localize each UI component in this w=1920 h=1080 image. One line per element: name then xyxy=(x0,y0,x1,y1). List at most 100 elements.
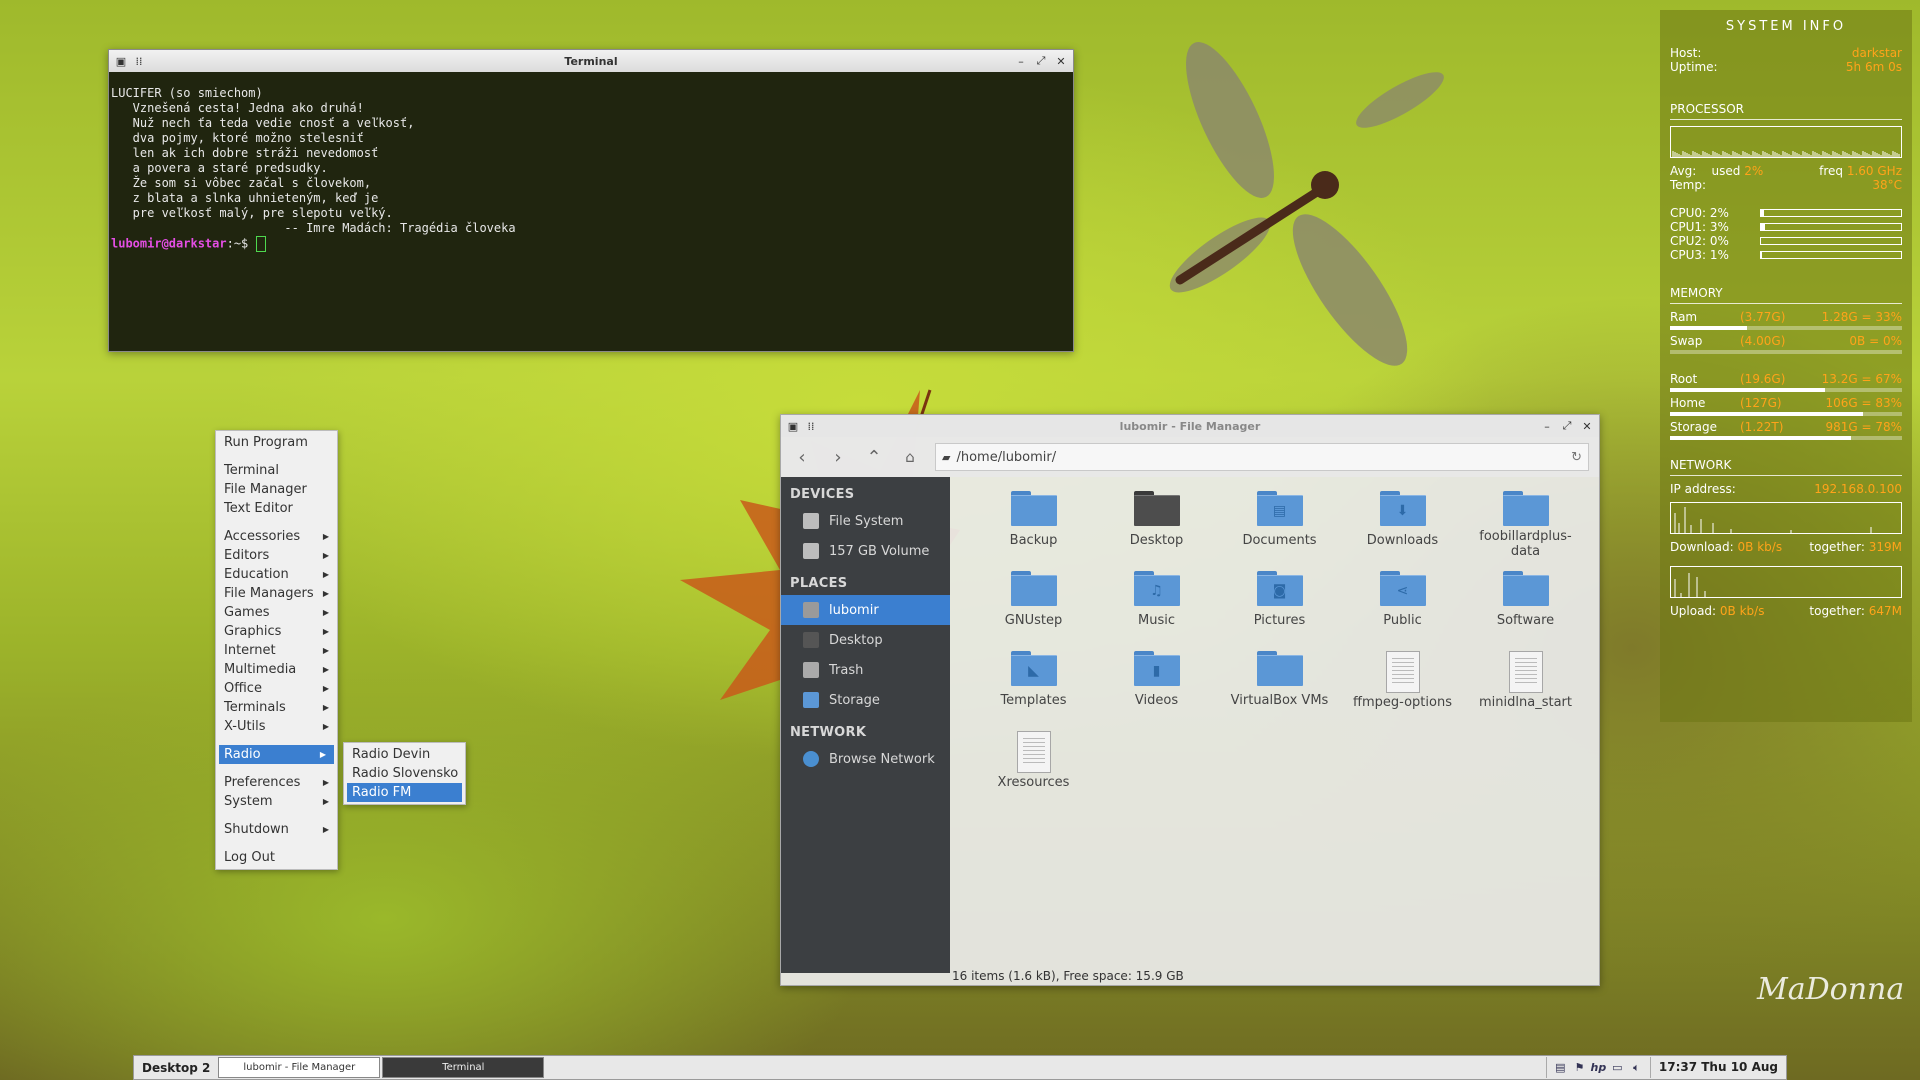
hp-icon[interactable]: hp xyxy=(1591,1061,1607,1074)
menu-item-accessories[interactable]: Accessories ▶ xyxy=(216,527,337,546)
file-manager-app-icon[interactable]: ▣ xyxy=(787,420,799,433)
sidebar-item-lubomir[interactable]: lubomir xyxy=(781,595,950,625)
menu-item-editors[interactable]: Editors ▶ xyxy=(216,546,337,565)
prompt-path: :~$ xyxy=(226,236,256,251)
sidebar-item-desktop[interactable]: Desktop xyxy=(781,625,950,655)
submenu-item-radio-slovensko[interactable]: Radio Slovensko xyxy=(344,764,465,783)
folder-item[interactable]: ⋖ Public xyxy=(1341,571,1464,639)
menu-item-label: Radio Slovensko xyxy=(352,766,459,781)
terminal-line: z blata a slnka uhnieteným, keď je xyxy=(111,191,379,205)
memory-spacer xyxy=(1660,358,1912,372)
menu-item-radio[interactable]: Radio ▶ xyxy=(219,745,334,764)
clipboard-icon[interactable]: ▤ xyxy=(1553,1061,1568,1074)
flag-icon[interactable]: ⚑ xyxy=(1572,1061,1587,1074)
menu-item-run-program[interactable]: Run Program xyxy=(216,433,337,452)
file-manager-titlebar[interactable]: ▣ ⁞⁞ lubomir - File Manager – ⤢ ✕ xyxy=(781,415,1599,437)
menu-item-label: Games xyxy=(224,605,270,620)
home-button[interactable]: ⌂ xyxy=(899,446,921,468)
sidebar-item-file-system[interactable]: File System xyxy=(781,506,950,536)
location-bar[interactable]: ▰ /home/lubomir/ ↻ xyxy=(935,443,1589,471)
menu-item-preferences[interactable]: Preferences ▶ xyxy=(216,773,337,792)
file-item[interactable]: ffmpeg-options xyxy=(1341,651,1464,719)
folder-item[interactable]: ◣ Templates xyxy=(972,651,1095,719)
maximize-icon[interactable]: ⤢ xyxy=(1561,419,1573,432)
menu-item-label: Text Editor xyxy=(224,501,293,516)
monitor-icon[interactable]: ▭ xyxy=(1610,1061,1625,1074)
submenu-item-radio-fm[interactable]: Radio FM xyxy=(347,783,462,802)
folder-item[interactable]: ▤ Documents xyxy=(1218,491,1341,559)
terminal-line: pre veľkosť malý, pre slepotu veľký. xyxy=(111,206,393,220)
memory-label: Root xyxy=(1670,372,1698,386)
file-item[interactable]: Xresources xyxy=(972,731,1095,799)
back-button[interactable]: ‹ xyxy=(791,446,813,468)
minimize-icon[interactable]: – xyxy=(1541,420,1553,433)
folder-item[interactable]: Software xyxy=(1464,571,1587,639)
folder-icon xyxy=(803,692,819,708)
menu-item-shutdown[interactable]: Shutdown ▶ xyxy=(216,820,337,839)
folder-item[interactable]: ⬇ Downloads xyxy=(1341,491,1464,559)
download-value: 0B kb/s xyxy=(1737,540,1783,554)
submenu-item-radio-devin[interactable]: Radio Devin xyxy=(344,745,465,764)
menu-item-terminals[interactable]: Terminals ▶ xyxy=(216,698,337,717)
folder-item[interactable]: GNUstep xyxy=(972,571,1095,639)
menu-item-graphics[interactable]: Graphics ▶ xyxy=(216,622,337,641)
menu-item-text-editor[interactable]: Text Editor xyxy=(216,499,337,518)
folder-item[interactable]: Backup xyxy=(972,491,1095,559)
menu-item-label: Radio Devin xyxy=(352,747,431,762)
file-view[interactable]: Backup Desktop ▤ Documents ⬇ Downloads foobill… xyxy=(950,477,1597,973)
terminal-output[interactable]: LUCIFER (so smiechom) Vznešená cesta! Je… xyxy=(109,72,1073,266)
sidebar-item-storage[interactable]: Storage xyxy=(781,685,950,715)
volume-icon[interactable]: 🔈︎ xyxy=(1629,1061,1644,1074)
grip-icon[interactable]: ⁞⁞ xyxy=(805,420,817,433)
folder-item[interactable]: foobillardplus-data xyxy=(1464,491,1587,559)
menu-item-terminal[interactable]: Terminal xyxy=(216,461,337,480)
chevron-right-icon: ▶ xyxy=(322,551,329,560)
folder-body: ♫ xyxy=(1133,575,1180,606)
menu-item-label: System xyxy=(224,794,273,809)
menu-item-file-managers[interactable]: File Managers ▶ xyxy=(216,584,337,603)
folder-item[interactable]: ♫ Music xyxy=(1095,571,1218,639)
minimize-icon[interactable]: – xyxy=(1015,55,1027,68)
maximize-icon[interactable]: ⤢ xyxy=(1035,54,1047,67)
menu-item-games[interactable]: Games ▶ xyxy=(216,603,337,622)
folder-item[interactable]: Desktop xyxy=(1095,491,1218,559)
menu-item-file-manager[interactable]: File Manager xyxy=(216,480,337,499)
sidebar-item-trash[interactable]: Trash xyxy=(781,655,950,685)
download-total-value: 319M xyxy=(1868,540,1902,554)
menu-item-multimedia[interactable]: Multimedia ▶ xyxy=(216,660,337,679)
menu-item-x-utils[interactable]: X-Utils ▶ xyxy=(216,717,337,736)
folder-item[interactable]: VirtualBox VMs xyxy=(1218,651,1341,719)
sidebar-heading: NETWORK xyxy=(790,725,867,740)
terminal-window[interactable]: ▣ ⁞⁞ Terminal – ⤢ ✕ LUCIFER (so smiechom… xyxy=(108,49,1074,352)
file-manager-window[interactable]: ▣ ⁞⁞ lubomir - File Manager – ⤢ ✕ ‹ › ⌃ … xyxy=(780,414,1600,986)
close-icon[interactable]: ✕ xyxy=(1581,420,1593,433)
reload-icon[interactable]: ↻ xyxy=(1571,450,1582,465)
terminal-app-icon[interactable]: ▣ xyxy=(115,55,127,68)
system-tray: ▤ ⚑ hp ▭ 🔈︎ xyxy=(1545,1057,1650,1078)
menu-item-education[interactable]: Education ▶ xyxy=(216,565,337,584)
folder-item[interactable]: ▮ Videos xyxy=(1095,651,1218,719)
menu-separator xyxy=(216,764,337,773)
cpu-core-bar-fill xyxy=(1761,224,1766,230)
menu-item-internet[interactable]: Internet ▶ xyxy=(216,641,337,660)
grip-icon[interactable]: ⁞⁞ xyxy=(133,55,145,68)
task-terminal[interactable]: Terminal xyxy=(382,1057,545,1078)
up-button[interactable]: ⌃ xyxy=(863,446,885,468)
clock[interactable]: 17:37 Thu 10 Aug xyxy=(1649,1057,1786,1078)
close-icon[interactable]: ✕ xyxy=(1055,55,1067,68)
window-title: lubomir - File Manager xyxy=(1119,419,1261,433)
file-item[interactable]: minidlna_start xyxy=(1464,651,1587,719)
task-file-manager[interactable]: lubomir - File Manager xyxy=(218,1057,381,1078)
menu-item-system[interactable]: System ▶ xyxy=(216,792,337,811)
sidebar-item-157-gb-volume[interactable]: 157 GB Volume xyxy=(781,536,950,566)
host-row: Host: darkstar xyxy=(1670,46,1902,60)
terminal-titlebar[interactable]: ▣ ⁞⁞ Terminal – ⤢ ✕ xyxy=(109,50,1073,72)
forward-button[interactable]: › xyxy=(827,446,849,468)
menu-item-label: Run Program xyxy=(224,435,308,450)
text-file-icon xyxy=(1508,651,1543,693)
folder-item[interactable]: ◙ Pictures xyxy=(1218,571,1341,639)
menu-item-office[interactable]: Office ▶ xyxy=(216,679,337,698)
sidebar-item-browse-network[interactable]: Browse Network xyxy=(781,744,950,774)
menu-item-log-out[interactable]: Log Out xyxy=(216,848,337,867)
desktop-switcher[interactable]: Desktop 2 xyxy=(134,1061,218,1075)
